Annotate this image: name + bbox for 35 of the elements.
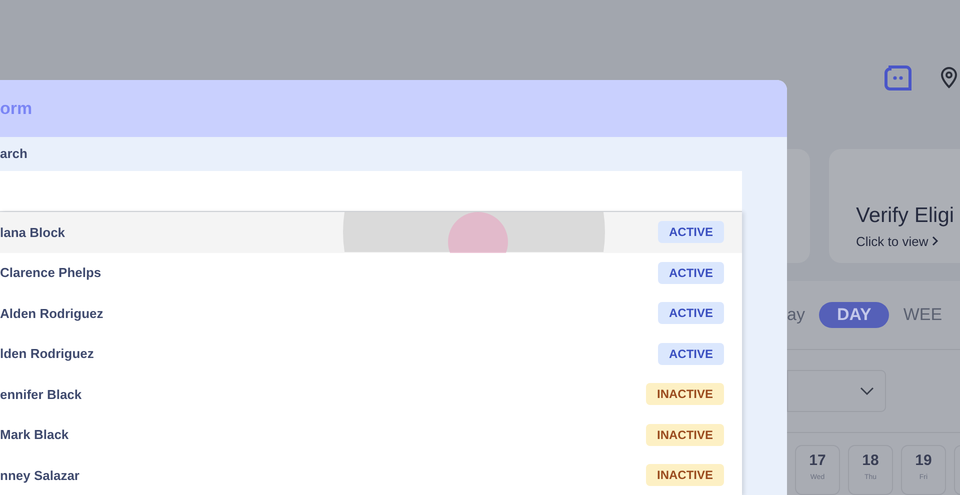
status-badge: INACTIVE <box>646 464 724 486</box>
date-day: 17 <box>809 450 826 472</box>
dialog-title: orm <box>0 98 32 120</box>
option-name: ennifer Black <box>0 386 82 404</box>
list-option[interactable]: ennifer Black INACTIVE <box>0 374 742 414</box>
option-name: nney Salazar <box>0 466 80 485</box>
date-day: 18 <box>862 450 879 472</box>
chevron-down-icon <box>860 387 874 395</box>
list-option[interactable]: Clarence Phelps ACTIVE <box>0 252 742 293</box>
list-option[interactable]: nney Salazar INACTIVE <box>0 455 742 495</box>
chevron-right-icon <box>932 236 940 246</box>
option-name: Clarence Phelps <box>0 264 102 282</box>
location-pin-icon[interactable] <box>940 65 958 90</box>
option-name: Mark Black <box>0 426 69 444</box>
status-badge: INACTIVE <box>646 424 724 446</box>
select-field[interactable] <box>787 370 886 412</box>
option-name: lana Block <box>0 224 66 242</box>
list-option[interactable]: Mark Black INACTIVE <box>0 414 742 455</box>
status-badge: ACTIVE <box>658 302 724 324</box>
view-tab[interactable]: DAY <box>818 302 890 328</box>
chat-icon[interactable] <box>884 65 912 92</box>
option-name: lden Rodriguez <box>0 345 94 363</box>
view-link[interactable]: Click to view <box>856 232 960 251</box>
verify-card[interactable]: Verify Eligi Click to view <box>829 149 960 263</box>
search-field[interactable] <box>0 171 742 212</box>
status-badge: ACTIVE <box>658 342 724 365</box>
status-badge: ACTIVE <box>658 262 724 284</box>
status-badge: INACTIVE <box>646 383 724 406</box>
search-label: arch <box>0 145 28 164</box>
list-option[interactable]: Alden Rodriguez ACTIVE <box>0 293 742 334</box>
status-badge: ACTIVE <box>658 221 724 244</box>
date-day: 19 <box>915 450 932 472</box>
list-option[interactable]: lden Rodriguez ACTIVE <box>0 334 742 374</box>
option-name: Alden Rodriguez <box>0 304 104 323</box>
card-title: Verify Eligi <box>856 203 956 229</box>
